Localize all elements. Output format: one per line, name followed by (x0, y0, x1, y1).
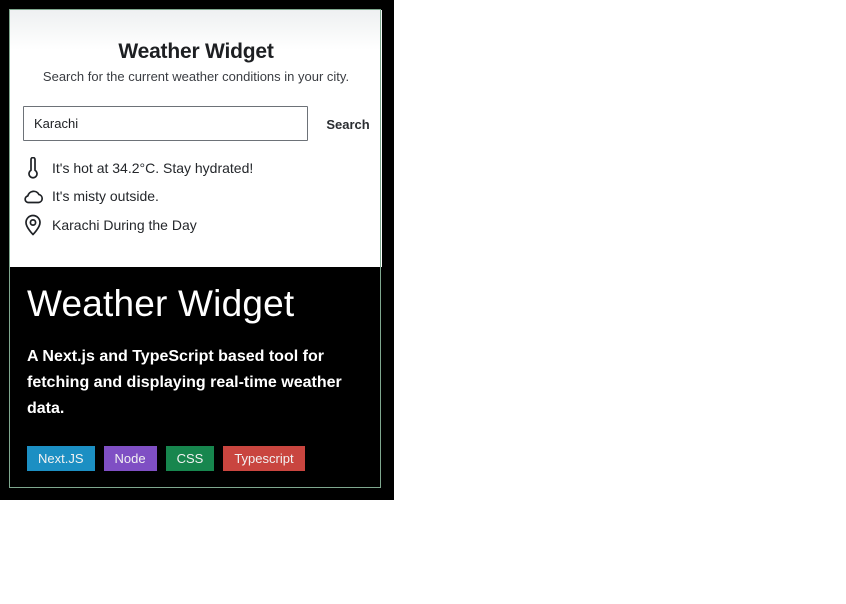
card-border (9, 9, 381, 488)
project-card: Weather Widget Search for the current we… (0, 0, 394, 500)
